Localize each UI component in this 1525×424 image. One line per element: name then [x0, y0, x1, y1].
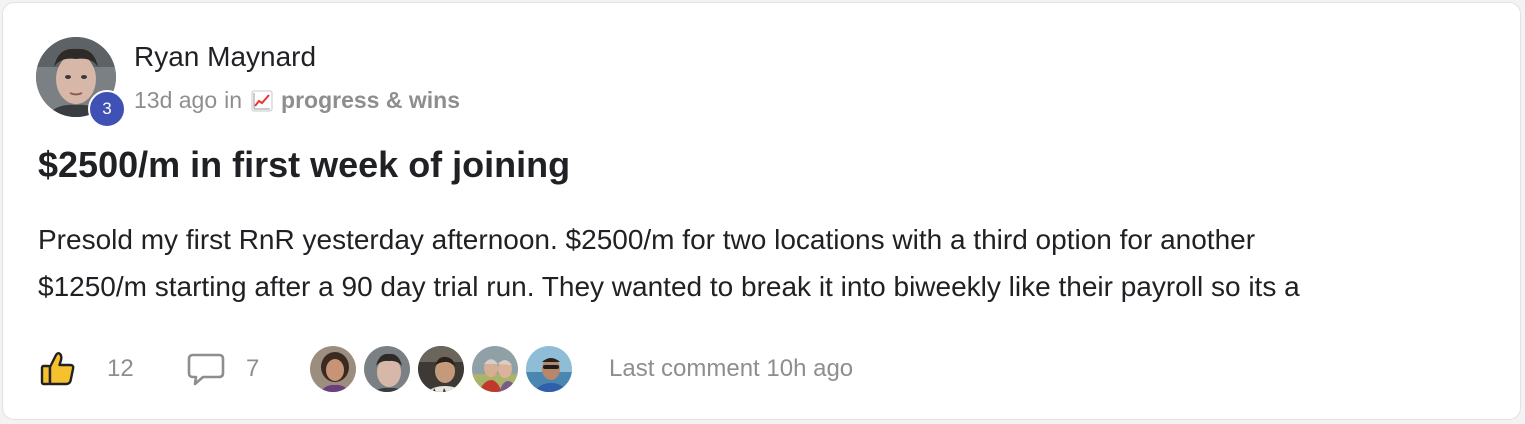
in-label: in — [224, 87, 243, 113]
post-body-line: $1250/m starting after a 90 day trial ru… — [38, 271, 1300, 302]
post-card[interactable]: 3 Ryan Maynard 13d ago in progress & win… — [2, 2, 1521, 420]
post-body-line: Presold my first RnR yesterday afternoon… — [38, 224, 1256, 255]
post-time: 13d ago — [134, 87, 218, 113]
commenter-avatar[interactable] — [524, 344, 574, 394]
like-count: 12 — [107, 355, 134, 382]
author-avatar-wrap[interactable]: 3 — [36, 37, 126, 128]
level-badge: 3 — [88, 90, 126, 128]
commenter-avatar[interactable] — [362, 344, 412, 394]
commenter-avatar[interactable] — [308, 344, 358, 394]
commenter-avatar[interactable] — [470, 344, 520, 394]
comment-count: 7 — [246, 355, 260, 382]
post-footer: 12 7 Last comment 10h ago — [3, 341, 1520, 397]
post-body[interactable]: Presold my first RnR yesterday afternoon… — [38, 216, 1498, 310]
post-title[interactable]: $2500/m in first week of joining — [38, 144, 570, 186]
commenter-avatar[interactable] — [416, 344, 466, 394]
speech-bubble-icon[interactable] — [187, 351, 225, 387]
author-name[interactable]: Ryan Maynard — [134, 41, 316, 73]
post-meta: 13d ago in progress & wins — [134, 87, 460, 114]
category-link[interactable]: progress & wins — [281, 87, 460, 114]
chart-increasing-icon — [251, 90, 273, 111]
last-comment-time[interactable]: Last comment 10h ago — [609, 355, 853, 383]
thumbs-up-icon[interactable] — [39, 350, 77, 388]
